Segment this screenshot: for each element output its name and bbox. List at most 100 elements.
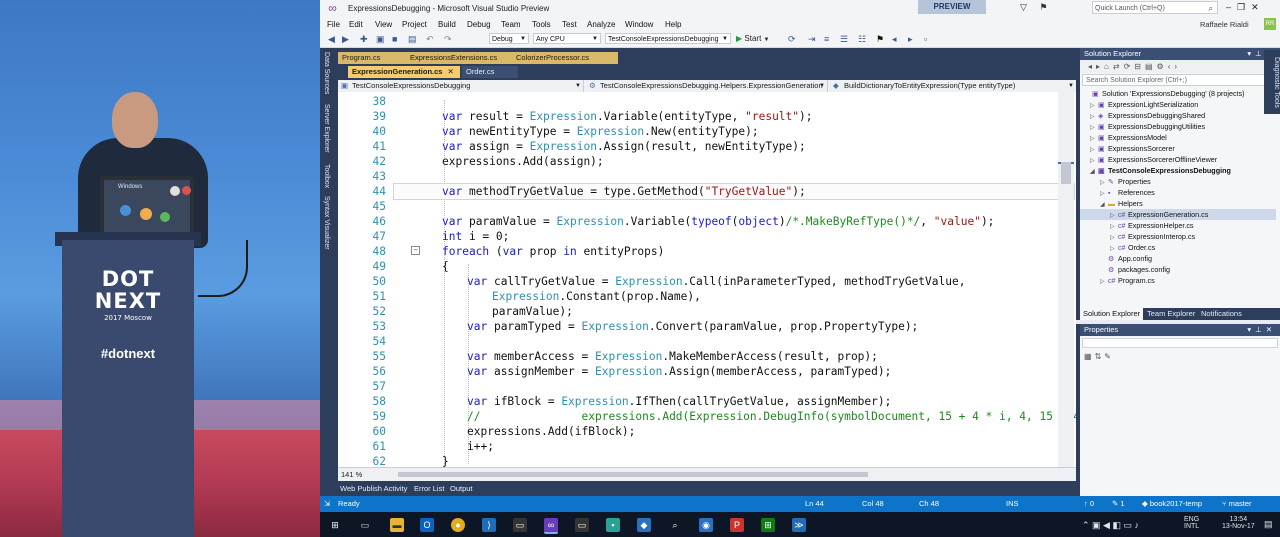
tree-item-project[interactable]: ▷ ▣ ExpressionsModel (1090, 132, 1167, 143)
tab-solution-explorer[interactable]: Solution Explorer (1080, 308, 1144, 320)
char-indicator[interactable]: Ch 48 (919, 496, 939, 512)
tray-icons[interactable]: ⌃ ▣ ◀ ◧ ▭ ♪ (1082, 520, 1139, 531)
browser-link-icon[interactable]: ⟳ (788, 34, 796, 45)
tree-item-solution[interactable]: ▣ Solution 'ExpressionsDebugging' (8 proj… (1084, 88, 1245, 99)
align-icon[interactable]: ≡ (824, 34, 829, 44)
code-line[interactable]: 60 expressions.Add(ifBlock); (338, 424, 1076, 439)
tab-expressions-extensions-cs[interactable]: ExpressionsExtensions.cs (406, 52, 512, 64)
tab-error-list[interactable]: Error List (414, 484, 444, 493)
editor-vertical-scrollbar[interactable] (1058, 92, 1074, 467)
back-icon[interactable]: ◀ (328, 34, 335, 45)
tab-expression-generation-cs[interactable]: ExpressionGeneration.cs ✕ (348, 66, 460, 78)
code-line[interactable]: 38 (338, 94, 1076, 109)
code-line[interactable]: 56 var assignMember = Expression.Assign(m… (338, 364, 1076, 379)
tree-item-project[interactable]: ▷ ▣ ExpressionsDebuggingUtilities (1090, 121, 1205, 132)
sync-icon[interactable]: ⇄ (1113, 62, 1124, 71)
task-view-icon[interactable]: ▭ (358, 518, 372, 532)
branch[interactable]: ⑂ master (1222, 496, 1252, 512)
bookmark-prev-icon[interactable]: ◂ (892, 34, 897, 45)
categorized-icon[interactable]: ▦ (1084, 352, 1095, 361)
code-line[interactable]: 39 var result = Expression.Variable(entit… (338, 109, 1076, 124)
collapse-all-icon[interactable]: ⊟ (1134, 62, 1145, 71)
window-icon[interactable]: ▭ (575, 518, 589, 532)
member-dropdown[interactable]: ◆ BuildDictionaryToEntityExpression(Type… (830, 80, 1076, 92)
vscode-icon[interactable]: ⟩ (482, 518, 496, 532)
pin-icon[interactable]: ⊥ (1255, 325, 1266, 334)
menu-team[interactable]: Team (501, 20, 521, 29)
terminal-icon[interactable]: ▭ (513, 518, 527, 532)
zoom-level[interactable]: 141 % (341, 470, 362, 479)
tree-item-file[interactable]: ⚙ packages.config (1100, 264, 1170, 275)
tree-item-file[interactable]: ⚙ App.config (1100, 253, 1152, 264)
alphabetical-icon[interactable]: ⇅ (1095, 352, 1105, 361)
menu-debug[interactable]: Debug (467, 20, 491, 29)
start-debugging-button[interactable]: ▶ Start ▼ (736, 34, 769, 43)
properties-object-select[interactable] (1082, 338, 1278, 348)
property-pages-icon[interactable]: ✎ (1104, 352, 1114, 361)
tab-web-publish-activity[interactable]: Web Publish Activity (340, 484, 407, 493)
tab-server-explorer[interactable]: Server Explorer (323, 104, 330, 153)
code-line[interactable]: 50 var callTryGetValue = Expression.Call(… (338, 274, 1076, 289)
tab-syntax-visualizer[interactable]: Syntax Visualizer (323, 196, 330, 250)
search-icon[interactable]: ⌕ (668, 518, 682, 532)
app-icon[interactable]: ▪ (606, 518, 620, 532)
quick-launch-input[interactable]: Quick Launch (Ctrl+Q) ⌕ (1092, 1, 1218, 14)
bookmark-next-icon[interactable]: ▸ (908, 34, 913, 45)
filter-icon[interactable]: ▽ (1020, 2, 1027, 12)
tree-item-startup-project[interactable]: ◢ ▣ TestConsoleExpressionsDebugging (1090, 165, 1231, 176)
code-line[interactable]: 42 expressions.Add(assign); (338, 154, 1076, 169)
redo-icon[interactable]: ↷ (444, 34, 452, 45)
unpushed-commits[interactable]: ↑ 0 (1084, 496, 1094, 512)
tree-item-file[interactable]: ▷ c# Order.cs (1110, 242, 1155, 253)
undo-icon[interactable]: ↶ (426, 34, 434, 45)
home-icon[interactable]: ⌂ (1104, 62, 1113, 71)
powershell-icon[interactable]: ≫ (792, 518, 806, 532)
forward-icon[interactable]: ▸ (1096, 62, 1104, 71)
tree-item-project[interactable]: ▷ ▣ ExpressionsSorcerer (1090, 143, 1175, 154)
code-line[interactable]: 58 var ifBlock = Expression.IfThen(callTr… (338, 394, 1076, 409)
type-dropdown[interactable]: ⚙ TestConsoleExpressionsDebugging.Helper… (586, 80, 828, 92)
tab-toolbox[interactable]: Toolbox (323, 164, 330, 188)
menu-file[interactable]: File (327, 20, 340, 29)
windows-start-icon[interactable]: ⊞ (328, 518, 342, 532)
bookmark-clear-icon[interactable]: ▫ (924, 34, 927, 44)
menu-analyze[interactable]: Analyze (587, 20, 615, 29)
code-line[interactable]: 55 var memberAccess = Expression.MakeMemb… (338, 349, 1076, 364)
tab-notifications[interactable]: Notifications (1198, 308, 1245, 320)
save-icon[interactable]: ■ (392, 34, 397, 44)
tab-order-cs[interactable]: Order.cs (462, 66, 518, 78)
code-line[interactable]: 52 paramValue); (338, 304, 1076, 319)
current-code-line[interactable]: 44 var methodTryGetValue = type.GetMethod… (373, 183, 1075, 200)
scrollbar-thumb[interactable] (1061, 162, 1071, 184)
solution-configuration-select[interactable]: Debug ▼ (489, 33, 529, 44)
tab-team-explorer[interactable]: Team Explorer (1144, 308, 1198, 320)
tree-item-project[interactable]: ▷ ▣ ExpressionLightSerialization (1090, 99, 1198, 110)
tab-output[interactable]: Output (450, 484, 473, 493)
clock[interactable]: 13:54 13-Nov-17 (1222, 516, 1255, 530)
tree-item-file-selected[interactable]: ▷ c# ExpressionGeneration.cs (1080, 209, 1276, 220)
tab-colorizer-processor-cs[interactable]: ColorizerProcessor.cs (512, 52, 618, 64)
tree-item-properties[interactable]: ▷ ✎ Properties (1100, 176, 1151, 187)
tab-diagnostic-tools[interactable]: Diagnostic Tools (1264, 50, 1280, 114)
code-line[interactable]: 62} (338, 454, 1076, 467)
insert-mode[interactable]: INS (1006, 496, 1019, 512)
tree-item-folder[interactable]: ◢ ▬ Helpers (1100, 198, 1143, 209)
collapse-icon[interactable]: − (411, 246, 420, 255)
code-line[interactable]: 57 (338, 379, 1076, 394)
code-line[interactable]: 53 var paramTyped = Expression.Convert(pa… (338, 319, 1076, 334)
menu-window[interactable]: Window (625, 20, 653, 29)
column-indicator[interactable]: Col 48 (862, 496, 884, 512)
code-line[interactable]: 54 (338, 334, 1076, 349)
tree-item-project[interactable]: ▷ ◈ ExpressionsDebuggingShared (1090, 110, 1205, 121)
code-editor[interactable]: 38 39 var result = Expression.Variable(en… (338, 92, 1076, 467)
startup-project-select[interactable]: TestConsoleExpressionsDebugging ▼ (605, 33, 731, 44)
open-file-icon[interactable]: ▣ (376, 34, 385, 45)
properties-icon[interactable]: ⚙ (1157, 62, 1168, 71)
code-line[interactable]: 49 { (338, 259, 1076, 274)
chevron-down-icon[interactable]: ▾ (1247, 325, 1255, 334)
line-indicator[interactable]: Ln 44 (805, 496, 824, 512)
chrome-icon[interactable]: ● (451, 518, 465, 532)
input-language[interactable]: ENG INTL (1184, 516, 1199, 530)
app-icon[interactable]: ◉ (699, 518, 713, 532)
menu-test[interactable]: Test (562, 20, 577, 29)
